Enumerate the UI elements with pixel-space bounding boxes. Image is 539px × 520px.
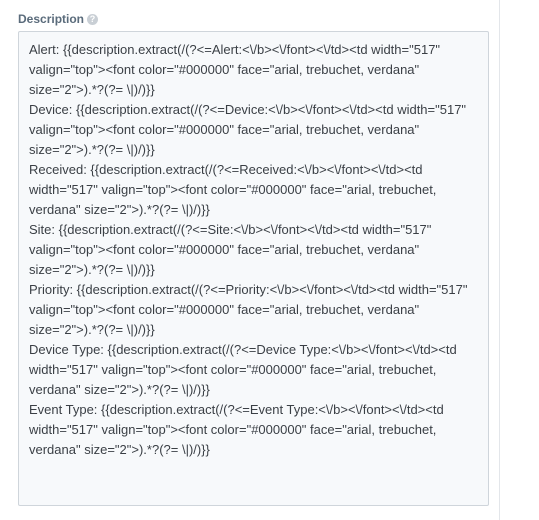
description-field-panel: Description ? Alert: {{description.extra… xyxy=(0,0,500,520)
field-header: Description ? xyxy=(18,10,99,28)
question-circle-icon[interactable]: ? xyxy=(87,13,99,25)
description-textarea[interactable]: Alert: {{description.extract(/(?<=Alert:… xyxy=(18,31,489,506)
description-label: Description xyxy=(18,12,85,26)
